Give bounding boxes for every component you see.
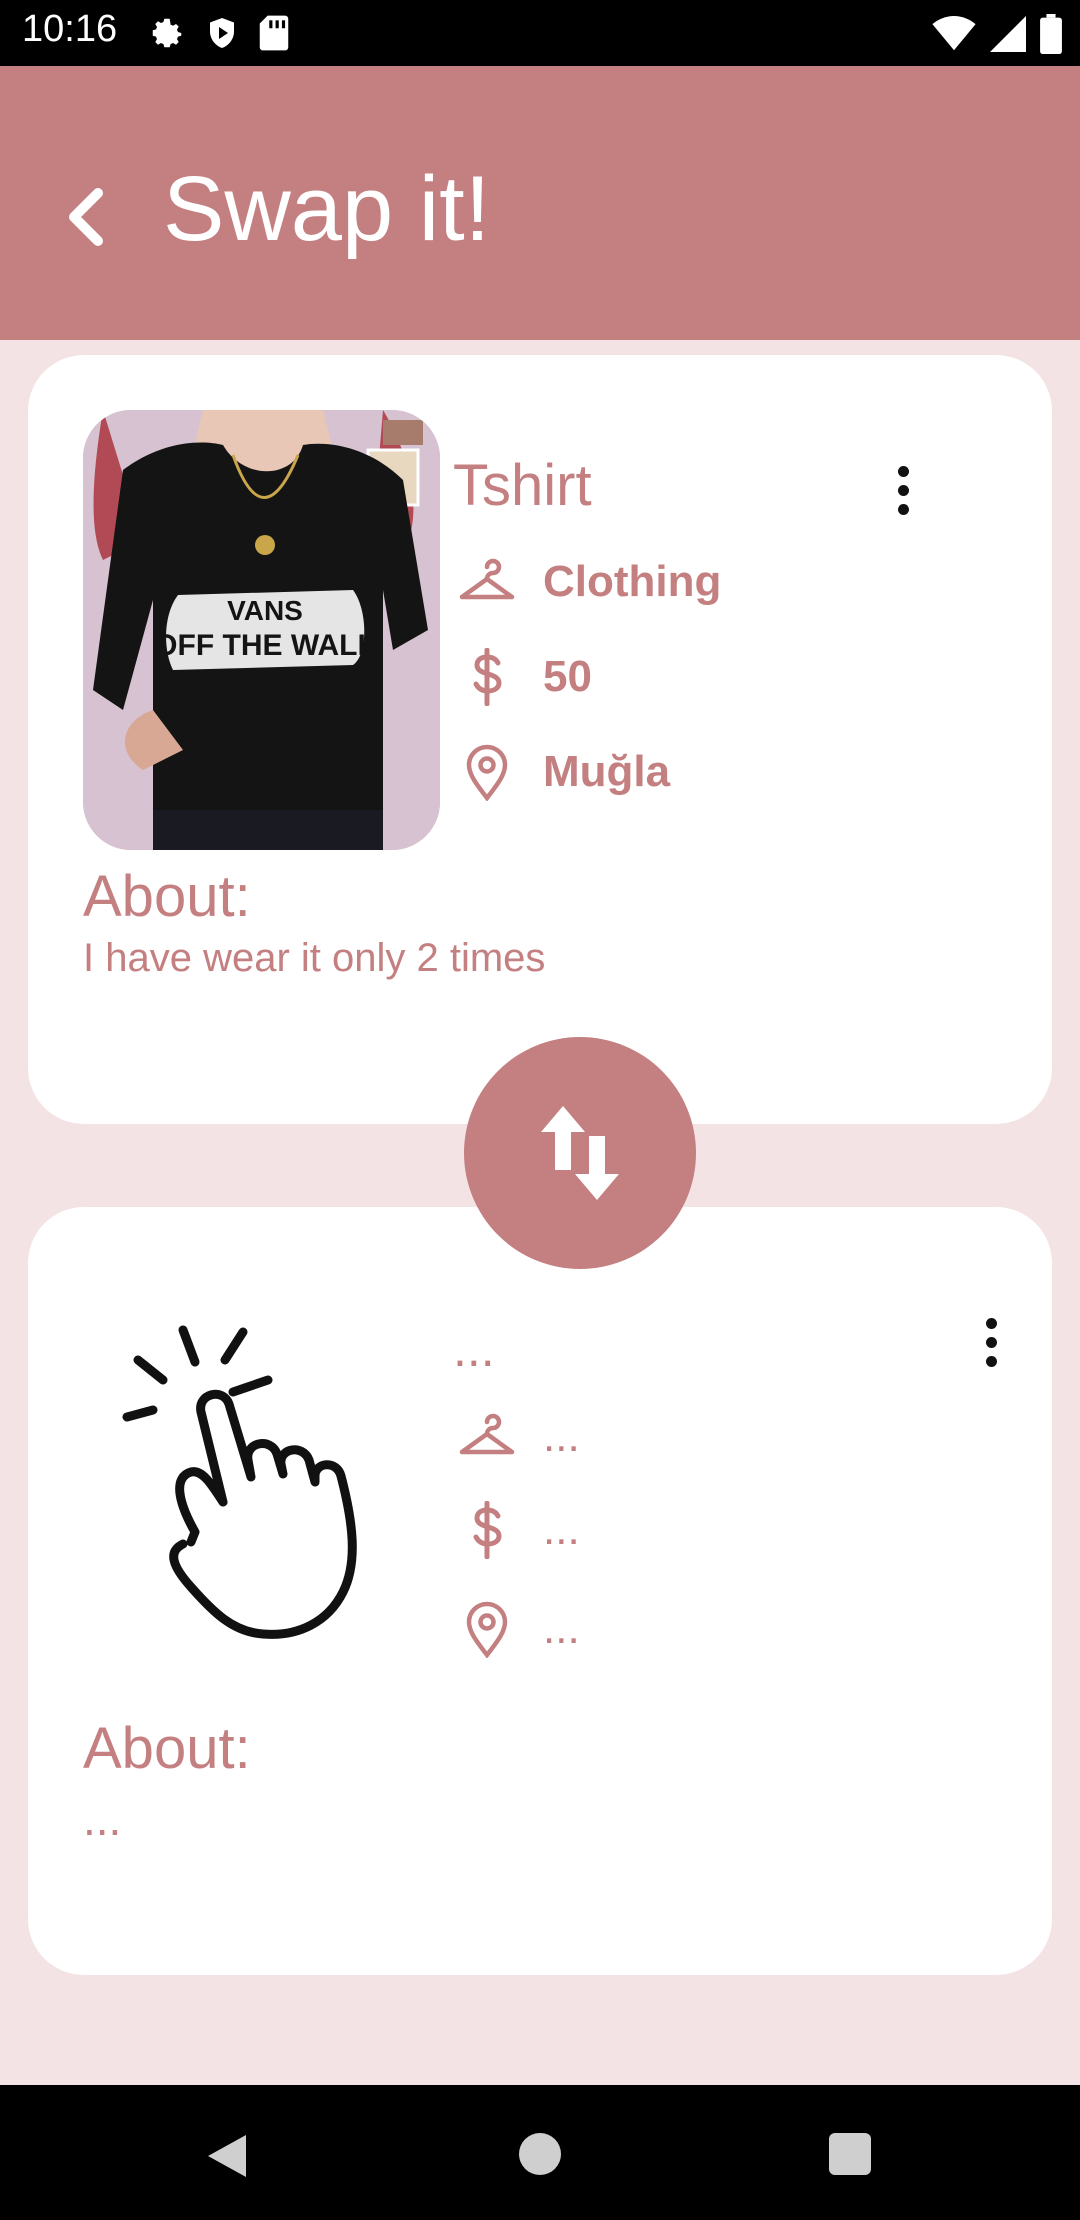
item-card-bottom[interactable]: ... ... ... ... About: ...	[28, 1207, 1052, 1975]
more-options-button[interactable]	[883, 455, 923, 525]
photo-print-line1: VANS	[227, 595, 303, 626]
navigation-bar	[0, 2085, 1080, 2220]
price-text-placeholder: ...	[543, 1505, 580, 1554]
shield-icon	[210, 18, 234, 48]
select-item-placeholder[interactable]	[83, 1262, 440, 1702]
nav-back-icon[interactable]	[206, 2133, 248, 2179]
about-label-bottom: About:	[83, 1716, 251, 1781]
nav-recents-icon[interactable]	[829, 2133, 871, 2175]
location-row: Muğla	[457, 742, 670, 802]
price-row: 50	[457, 647, 592, 707]
wifi-icon	[932, 16, 976, 51]
tap-hand-icon	[122, 1325, 357, 1639]
signal-icon	[990, 16, 1026, 52]
dollar-icon	[457, 1500, 517, 1560]
nav-home-icon[interactable]	[519, 2133, 561, 2175]
battery-icon	[1040, 14, 1062, 54]
back-button[interactable]	[58, 172, 114, 262]
category-row: Clothing	[457, 552, 721, 612]
page-title: Swap it!	[163, 158, 491, 260]
status-icons-right	[932, 14, 1062, 54]
item-photo[interactable]: VANS OFF THE WALL	[83, 410, 440, 850]
price-text: 50	[543, 652, 592, 701]
more-options-button-bottom[interactable]	[971, 1307, 1011, 1377]
swap-button[interactable]	[464, 1037, 696, 1269]
item-name-placeholder: ...	[453, 1321, 495, 1377]
category-row-bottom: ...	[457, 1407, 580, 1467]
location-row-bottom: ...	[457, 1599, 580, 1659]
hanger-icon	[457, 552, 517, 612]
chevron-left-icon	[69, 188, 103, 246]
status-icons-left	[148, 14, 290, 52]
status-bar: 10:16	[0, 0, 1080, 66]
category-text: Clothing	[543, 557, 722, 606]
status-time: 10:16	[22, 8, 118, 50]
tshirt-photo-illustration: VANS OFF THE WALL	[83, 410, 440, 850]
price-row-bottom: ...	[457, 1500, 580, 1560]
location-text-placeholder: ...	[543, 1604, 580, 1653]
gear-icon	[152, 18, 182, 48]
item-card-top[interactable]: VANS OFF THE WALL Tshirt Clothing 50 Muğ…	[28, 355, 1052, 1124]
swap-vertical-icon	[541, 1106, 619, 1200]
about-label: About:	[83, 864, 251, 929]
sdcard-icon	[259, 15, 289, 51]
item-name: Tshirt	[453, 453, 592, 518]
dollar-icon	[457, 647, 517, 707]
photo-print-line2: OFF THE WALL	[154, 629, 376, 662]
category-text-placeholder: ...	[543, 1412, 580, 1461]
about-text-placeholder: ...	[83, 1793, 122, 1845]
location-text: Muğla	[543, 747, 671, 796]
location-pin-icon	[457, 1599, 517, 1659]
app-bar: Swap it!	[0, 66, 1080, 340]
location-pin-icon	[457, 742, 517, 802]
hanger-icon	[457, 1407, 517, 1467]
about-text: I have wear it only 2 times	[83, 936, 546, 980]
